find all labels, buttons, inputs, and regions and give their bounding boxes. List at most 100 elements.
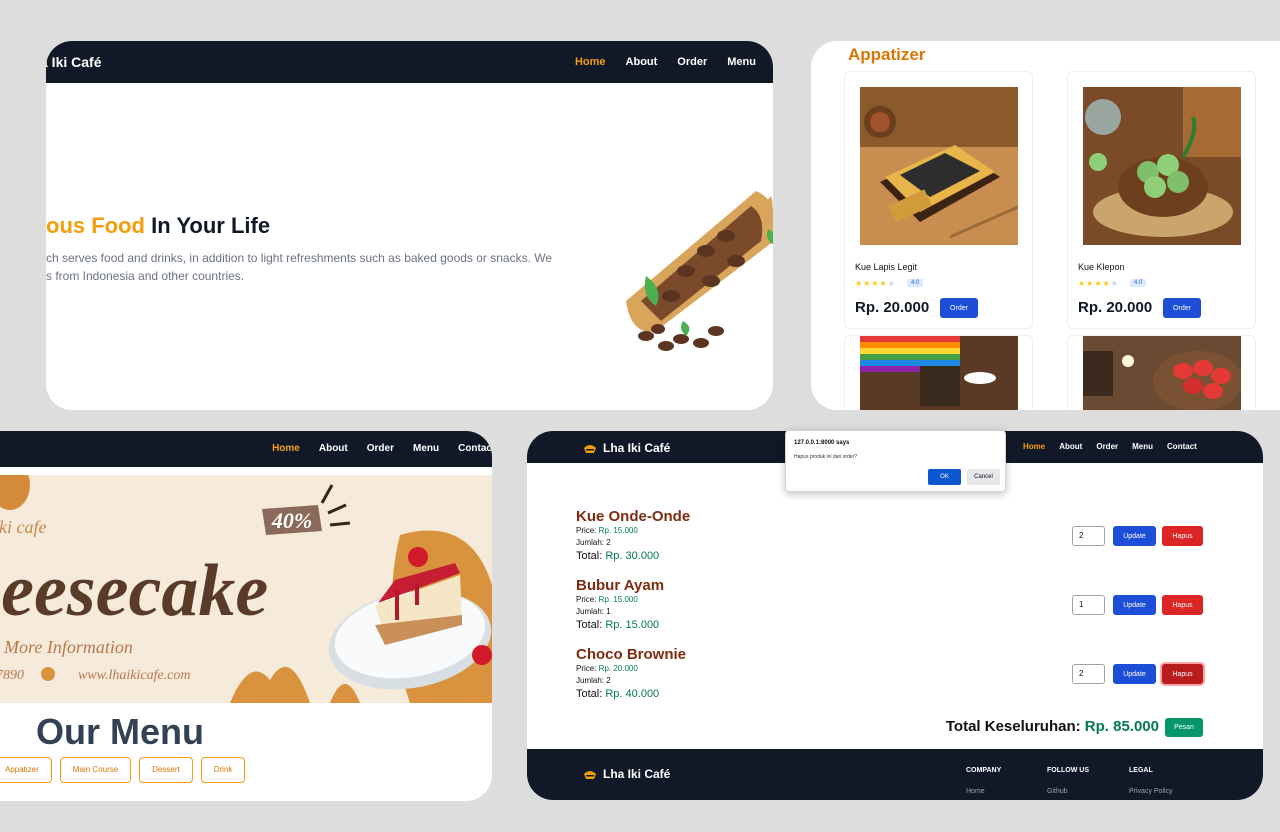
item-total: Total: Rp. 30.000 [576,549,1216,564]
hero-panel: a Iki Café Home About Order Menu ous Foo… [46,41,773,410]
product-card: Kue Lapis Legit ★★★★★ 4.0 Rp. 20.000 Ord… [844,71,1033,329]
total-label: Total: [576,550,606,562]
rating-badge: 4.0 [1130,279,1147,287]
nav-order[interactable]: Order [677,56,707,68]
qty-label: Jumlah: [576,538,607,547]
footer-brand[interactable]: Lha Iki Café [583,767,670,781]
nav-links: Home About Order Menu Contac [272,443,492,454]
filter-appetizer[interactable]: Appatizer [0,757,52,783]
delete-button[interactable]: Hapus [1162,595,1203,615]
item-name: Kue Onde-Onde [576,508,691,525]
footer: Lha Iki Café COMPANY Home FOLLOW US Gith… [527,749,1263,800]
hero-headline-accent: ous Food [46,213,145,238]
product-name: Kue Klepon [1078,262,1125,272]
nav-home[interactable]: Home [272,443,300,454]
nav-menu[interactable]: Menu [413,443,439,454]
order-item: Bubur Ayam Price: Rp. 15.000 Jumlah: 1 T… [576,577,1216,639]
price-value: Rp. 20.000 [598,664,638,673]
qty-value: 2 [606,676,611,685]
product-name: Kue Lapis Legit [855,262,918,272]
total-value: Rp. 30.000 [605,550,660,562]
hero-desc-line: ch serves food and drinks, in addition t… [46,251,553,265]
navbar: a Iki Café Home About Order Menu [46,41,773,83]
quantity-input[interactable]: 2 [1072,664,1105,684]
qty-value: 2 [606,538,611,547]
coffee-beans-illustration [626,191,773,351]
price-label: Price: [576,595,599,604]
total-label: Total: [576,619,606,631]
filter-main-course[interactable]: Main Course [59,757,132,783]
delete-button[interactable]: Hapus [1162,664,1203,684]
nav-about[interactable]: About [626,56,658,68]
footer-column: COMPANY Home [966,767,1001,795]
nav-contact[interactable]: Contac [458,443,492,454]
dialog-ok-button[interactable]: OK [928,469,961,485]
footer-heading: COMPANY [966,767,1002,774]
nav-about[interactable]: About [319,443,348,454]
menu-panel: Home About Order Menu Contac 40% iki caf… [0,431,492,801]
quantity-input[interactable]: 2 [1072,526,1105,546]
dialog-title: 127.0.0.1:8000 says [794,440,850,446]
nav-home[interactable]: Home [1023,442,1045,451]
product-image [860,336,1018,410]
total-value: Rp. 15.000 [605,619,660,631]
order-item: Choco Brownie Price: Rp. 20.000 Jumlah: … [576,646,1216,708]
footer-column: LEGAL Privacy Policy [1129,767,1173,795]
hero-headline-rest: In Your Life [144,213,271,238]
brand[interactable]: Lha Iki Café [583,441,670,455]
update-button[interactable]: Update [1113,595,1156,615]
footer-link[interactable]: Home [966,788,1001,795]
total-value: Rp. 40.000 [605,688,660,700]
item-total: Total: Rp. 15.000 [576,618,1216,633]
footer-link[interactable]: Github [1047,788,1089,795]
star-rating-icon: ★★★★★ [1078,279,1119,288]
globe-icon [41,667,55,681]
nav-menu[interactable]: Menu [727,56,756,68]
order-button[interactable]: Order [940,298,978,318]
price-label: Price: [576,664,599,673]
filter-dessert[interactable]: Dessert [139,757,193,783]
price-value: Rp. 15.000 [598,595,638,604]
appetizer-panel: Appatizer Kue Lapis Legit ★★★★★ 4.0 Rp. … [811,41,1280,410]
order-item: Kue Onde-Onde Price: Rp. 15.000 Jumlah: … [576,508,1216,570]
qty-value: 1 [606,607,611,616]
grand-total: Total Keseluruhan: Rp. 85.000 [946,718,1159,735]
price-label: Price: [576,526,599,535]
order-button[interactable]: Order [1163,298,1201,318]
filter-drink[interactable]: Drink [200,757,246,783]
banner-title: heesecake [0,550,268,632]
rating-badge: 4.0 [907,279,924,287]
nav-order[interactable]: Order [367,443,394,454]
nav-contact[interactable]: Contact [1167,442,1197,451]
nav-about[interactable]: About [1059,442,1082,451]
footer-link[interactable]: Privacy Policy [1129,788,1173,795]
update-button[interactable]: Update [1113,526,1156,546]
nav-links: Home About Order Menu Contact [1023,442,1197,451]
brand-name: Lha Iki Café [603,441,671,455]
banner-phone: 7890 [0,668,24,683]
quantity-input[interactable]: 1 [1072,595,1105,615]
delete-button[interactable]: Hapus [1162,526,1203,546]
item-name: Bubur Ayam [576,577,665,594]
checkout-button[interactable]: Pesan [1165,718,1203,737]
product-image [1083,336,1241,410]
qty-label: Jumlah: [576,607,607,616]
dialog-cancel-button[interactable]: Cancel [967,469,1000,485]
update-button[interactable]: Update [1113,664,1156,684]
category-filters: Appatizer Main Course Dessert Drink [0,757,246,783]
product-price: Rp. 20.000 [855,299,930,316]
footer-brand-name: Lha Iki Café [603,767,671,781]
menu-title: Our Menu [36,711,204,752]
nav-links: Home About Order Menu [575,56,756,68]
nav-order[interactable]: Order [1096,442,1118,451]
discount-text: 40% [271,508,312,533]
navbar: Home About Order Menu Contac [0,431,492,467]
nav-home[interactable]: Home [575,56,606,68]
banner-website: www.lhaikicafe.com [78,668,191,683]
cafe-logo-icon [584,445,596,453]
brand-name[interactable]: a Iki Café [46,54,101,70]
product-image [1083,87,1241,245]
nav-menu[interactable]: Menu [1132,442,1153,451]
cheesecake-promo-banner: 40% iki cafe heesecake More Information … [0,475,492,703]
hero-description: ch serves food and drinks, in addition t… [46,249,566,285]
